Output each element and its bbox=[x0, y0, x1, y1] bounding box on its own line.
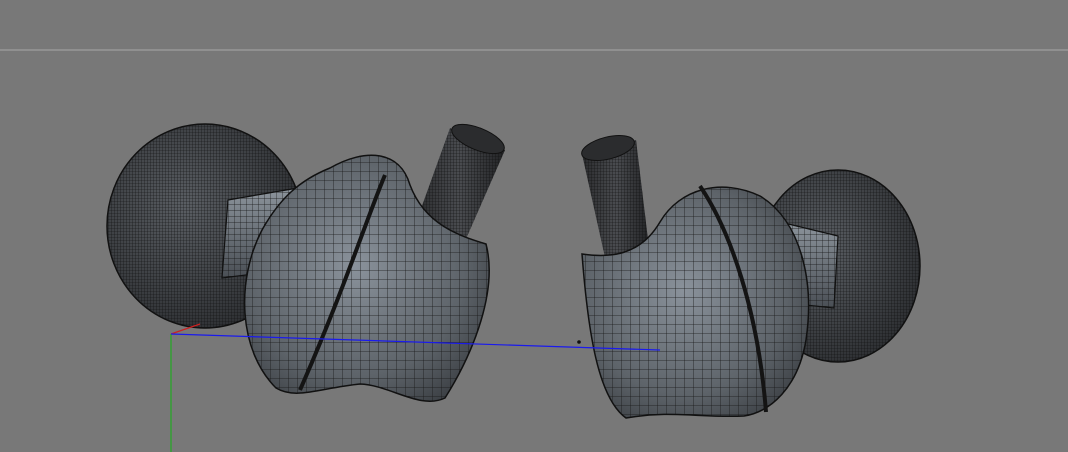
3d-viewport[interactable] bbox=[0, 0, 1068, 452]
viewport-canvas[interactable] bbox=[0, 0, 1068, 452]
stem-right[interactable] bbox=[579, 131, 650, 262]
earbud-left[interactable] bbox=[106, 118, 508, 402]
pivot-point[interactable] bbox=[577, 340, 581, 344]
earbud-right[interactable] bbox=[579, 131, 921, 419]
